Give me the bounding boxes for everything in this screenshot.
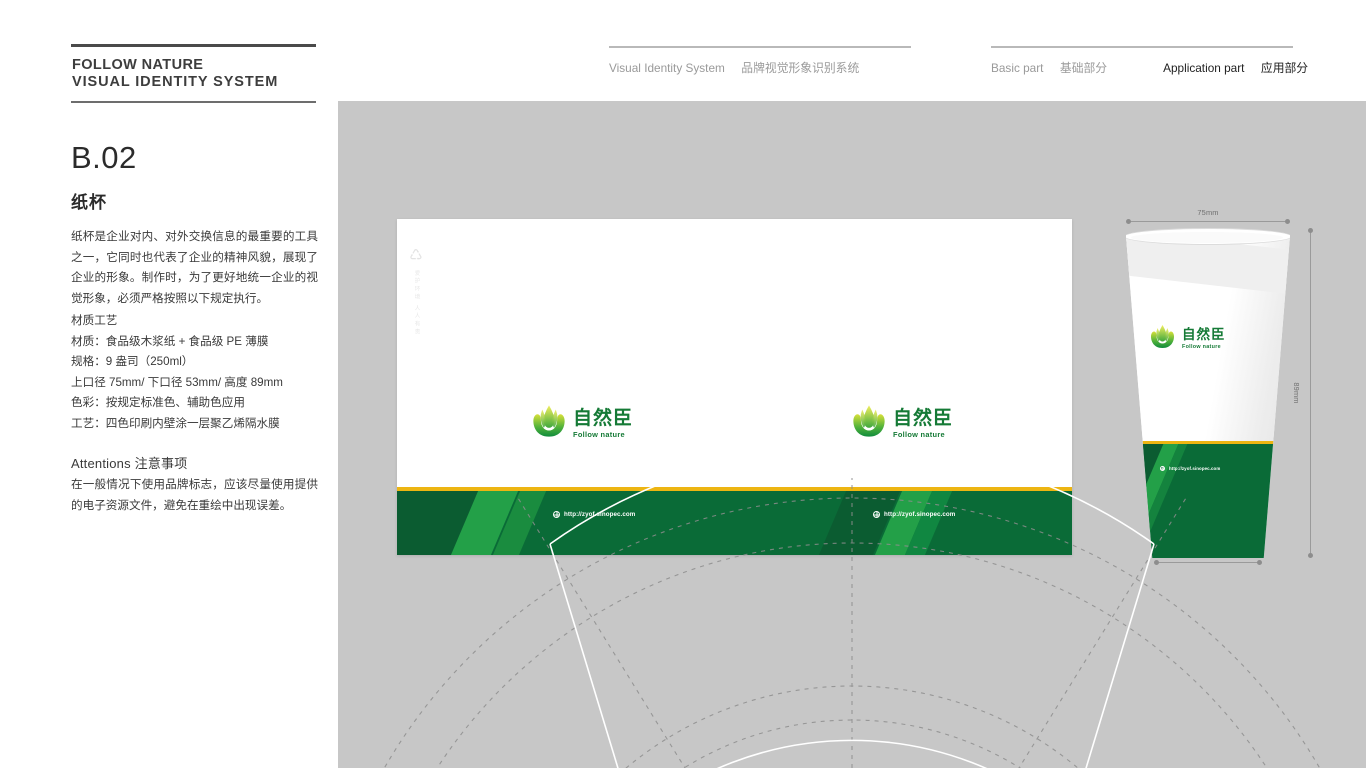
diecut-edge-left — [549, 543, 619, 768]
logo-cn: 自然臣 — [573, 407, 634, 429]
leaf-logo-icon — [532, 404, 566, 443]
logo-en: Follow nature — [573, 429, 625, 439]
spec-item: 工艺：四色印刷内壁涂一层聚乙烯隔水膜 — [71, 416, 280, 430]
page-root: FOLLOW NATURE VISUAL IDENTITY SYSTEM B.0… — [0, 0, 1366, 768]
logo-en: Follow nature — [893, 429, 945, 439]
tab-application-part-en: Application part — [1163, 60, 1245, 75]
dimension-top-label: 75mm — [1197, 208, 1219, 217]
cup-brand-logo: 自然臣 Follow nature — [1150, 324, 1226, 354]
logo-cn: 自然臣 — [893, 407, 954, 429]
dimension-endpoint — [1308, 228, 1313, 233]
header-row: Basic part 基础部分 Application part 应用部分 — [991, 59, 1308, 77]
leaf-logo-icon — [1150, 324, 1175, 354]
header-rule — [609, 46, 911, 48]
tab-application-part-cn: 应用部分 — [1260, 60, 1309, 75]
guide-arc-inner — [683, 719, 1021, 768]
brand-block: FOLLOW NATURE VISUAL IDENTITY SYSTEM — [71, 47, 321, 93]
diecut-arc-bottom — [716, 739, 988, 768]
header-rule — [991, 46, 1293, 48]
attentions-heading: Attentions 注意事项 — [71, 456, 188, 471]
guide-radius-right — [1018, 497, 1187, 768]
tab-basic-part-en: Basic part — [991, 60, 1044, 75]
dimension-endpoint — [1126, 219, 1131, 224]
cup-rim — [1126, 228, 1290, 245]
eco-vertical-text: 爱护环境 人人有责 — [413, 270, 420, 337]
header-row: Visual Identity System 品牌视觉形象识别系统 — [609, 59, 911, 77]
logo-wordmark: 自然臣 Follow nature — [573, 409, 633, 438]
cup-rim-inner — [1131, 232, 1283, 243]
spec-item: 规格：9 盎司（250ml） — [71, 355, 194, 368]
dimension-bar — [1129, 221, 1287, 223]
brand-logo-right: 自然臣 Follow nature — [852, 404, 953, 443]
spec-item: 材质：食品级木浆纸 + 食品级 PE 薄膜 — [71, 334, 269, 348]
brand-line-2: VISUAL IDENTITY SYSTEM — [72, 74, 279, 90]
attentions-body: 在一般情况下使用品牌标志，应该尽量使用提供的电子资源文件，避免在重绘中出现误差。 — [71, 478, 318, 512]
dimension-top: 75mm — [1126, 208, 1290, 224]
section-code: B.02 — [71, 140, 137, 175]
sidebar: FOLLOW NATURE VISUAL IDENTITY SYSTEM B.0… — [71, 44, 321, 516]
dimension-right-label: 89mm — [1292, 382, 1301, 404]
leaf-logo-icon — [852, 404, 886, 443]
diecut-edge-right — [1085, 543, 1155, 768]
recycle-icon: ♺ — [409, 247, 423, 264]
artwork-stage: http://zyof.sinopec.com http://zyof.sino… — [338, 101, 1366, 768]
logo-wordmark: 自然臣 Follow nature — [893, 409, 953, 438]
brand-line-1: FOLLOW NATURE — [72, 57, 204, 73]
logo-wordmark: 自然臣 Follow nature — [1182, 328, 1226, 350]
section-title: 纸杯 — [71, 193, 107, 212]
cup-url-text: http://zyof.sinopec.com — [1169, 466, 1221, 471]
logo-cn: 自然臣 — [1182, 327, 1226, 343]
section-description: 纸杯是企业对内、对外交换信息的最重要的工具之一，它同时也代表了企业的精神风貌，展… — [71, 230, 318, 305]
dimension-endpoint — [1285, 219, 1290, 224]
spec-item: 上口径 75mm/ 下口径 53mm/ 高度 89mm — [71, 375, 283, 389]
globe-icon — [1160, 466, 1165, 471]
brand-logo-left: 自然臣 Follow nature — [532, 404, 633, 443]
dimension-top-line — [1126, 219, 1290, 224]
tab-basic-part[interactable]: Basic part 基础部分 — [991, 59, 1107, 77]
spec-list: 材质工艺 材质：食品级木浆纸 + 食品级 PE 薄膜 规格：9 盎司（250ml… — [71, 311, 321, 434]
header-vis-cn: 品牌视觉形象识别系统 — [741, 60, 860, 75]
cup-url: http://zyof.sinopec.com — [1160, 466, 1220, 471]
spec-item: 材质工艺 — [71, 314, 118, 327]
header-group-vis: Visual Identity System 品牌视觉形象识别系统 — [609, 46, 911, 77]
diecut-template-diagram — [383, 478, 1321, 768]
header-group-parts: Basic part 基础部分 Application part 应用部分 — [991, 46, 1308, 77]
sidebar-rule-bottom — [71, 101, 316, 103]
spec-item: 色彩：按规定标准色、辅助色应用 — [71, 396, 245, 409]
tab-application-part[interactable]: Application part 应用部分 — [1163, 59, 1308, 77]
wrap-white-area — [397, 219, 1072, 487]
logo-en: Follow nature — [1182, 343, 1221, 350]
tab-basic-part-cn: 基础部分 — [1059, 60, 1108, 75]
header-vis-en: Visual Identity System — [609, 60, 725, 75]
eco-block: ♺ 爱护环境 人人有责 — [403, 248, 429, 341]
guide-radius-left — [517, 497, 686, 768]
